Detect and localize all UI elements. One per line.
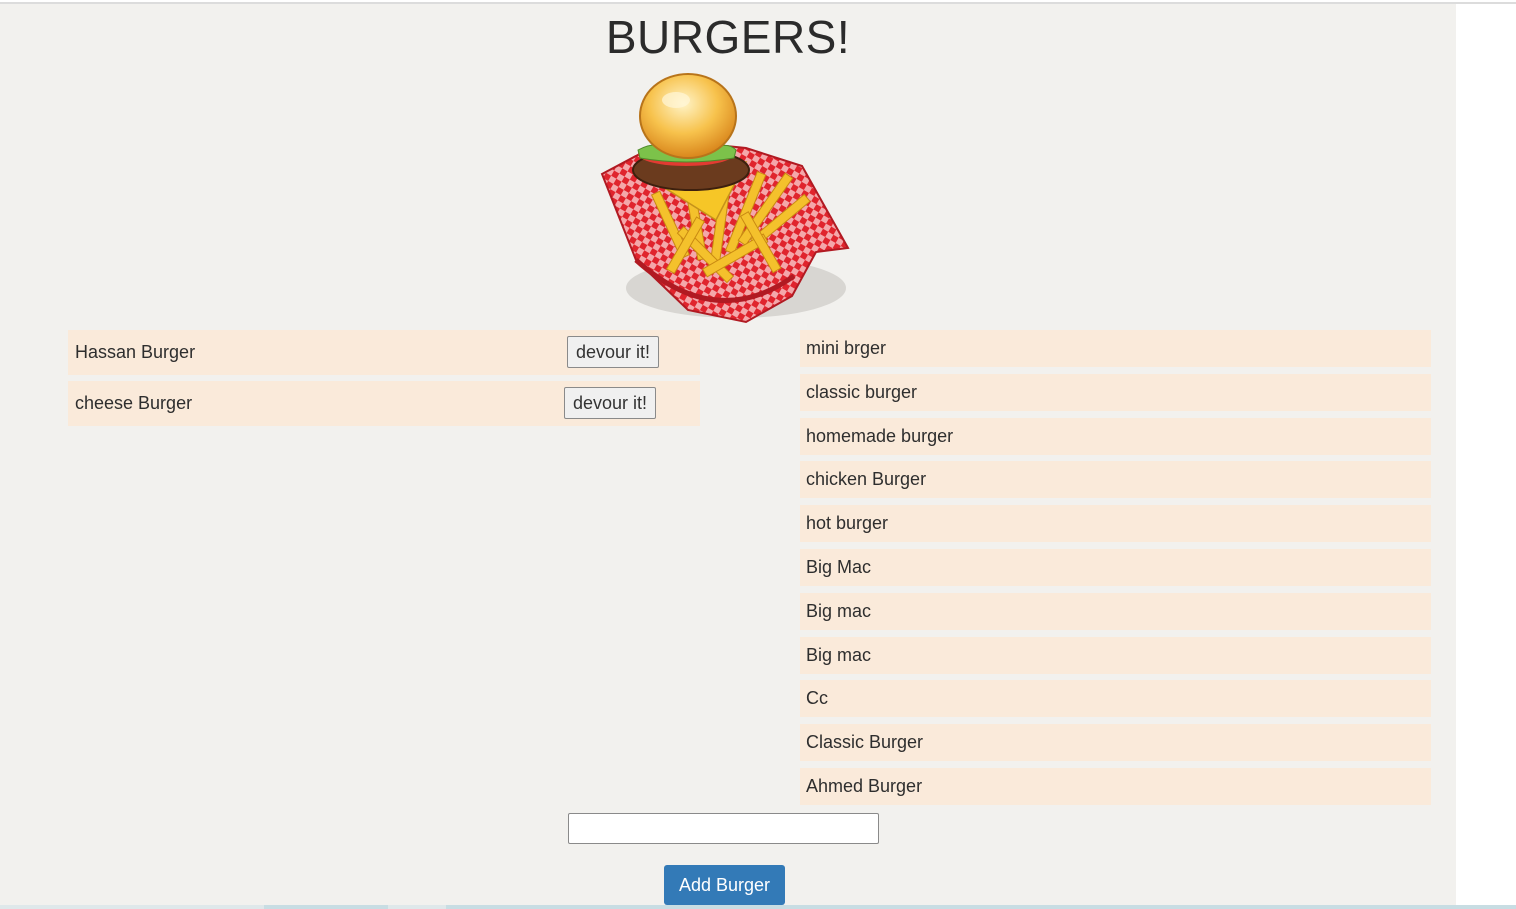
devoured-list: mini brger classic burger homemade burge… [800,330,1431,812]
list-item: mini brger [800,330,1431,367]
page-title: BURGERS! [605,11,851,63]
list-item: Cc [800,680,1431,718]
list-item: homemade burger [800,417,1431,455]
scrollbar-segment [264,905,388,909]
burger-name-input[interactable] [568,813,879,844]
list-item: Ahmed Burger [800,767,1431,805]
bottom-scrollbar[interactable] [0,905,1516,909]
devour-button[interactable]: devour it! [564,387,657,419]
list-item: Big Mac [800,548,1431,586]
add-burger-button[interactable]: Add Burger [664,865,785,905]
list-item: Big mac [800,592,1431,630]
devour-button[interactable]: devour it! [567,336,660,368]
scrollbar-segment [446,905,1516,909]
list-item: cheese Burger devour it! [68,381,700,426]
list-item: Hassan Burger devour it! [68,330,700,375]
burger-and-fries-basket-icon [600,73,850,324]
burger-name: Hassan Burger [75,342,196,362]
not-devoured-list: Hassan Burger devour it! cheese Burger d… [68,330,700,432]
burger-name: cheese Burger [75,393,193,413]
list-item: Classic Burger [800,724,1431,762]
list-item: hot burger [800,505,1431,543]
page-container: BURGERS! Hassan Burger devour it! cheese… [0,4,1456,909]
list-item: Big mac [800,636,1431,674]
list-item: classic burger [800,373,1431,411]
list-item: chicken Burger [800,461,1431,499]
